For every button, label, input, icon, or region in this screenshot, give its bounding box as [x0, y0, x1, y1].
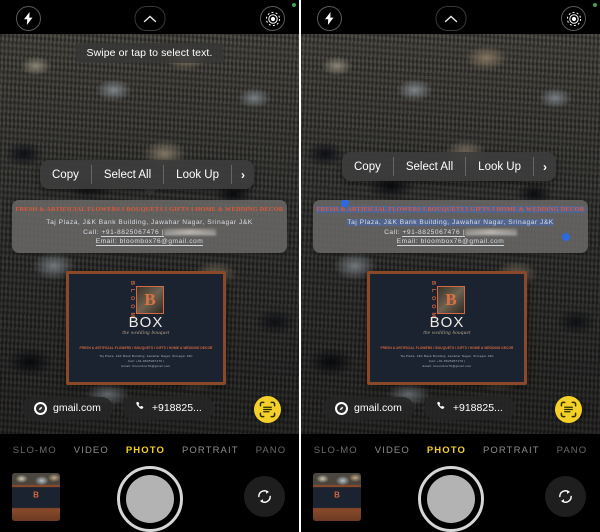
green-status-dot: [292, 3, 296, 7]
camera-mode-bar-right[interactable]: SLO-MO VIDEO PHOTO PORTRAIT PANO: [301, 440, 600, 460]
shutter-button[interactable]: [417, 466, 484, 532]
recognized-address: Taj Plaza, J&K Bank Building, Jawahar Na…: [46, 219, 253, 226]
card-contact-details: Taj Plaza, J&K Bank Building, Jawahar Na…: [99, 354, 193, 368]
live-photo-icon[interactable]: [260, 6, 285, 31]
camera-mode-bar-left[interactable]: SLO-MO VIDEO PHOTO PORTRAIT PANO: [0, 440, 299, 460]
copy-button[interactable]: Copy: [40, 160, 91, 189]
phone-icon: [135, 401, 146, 415]
flip-camera-icon[interactable]: [244, 476, 285, 517]
mode-photo[interactable]: PHOTO: [126, 445, 165, 456]
look-up-button[interactable]: Look Up: [164, 160, 231, 189]
mode-slo-mo[interactable]: SLO-MO: [314, 445, 358, 456]
top-bar-right: [301, 0, 600, 34]
mode-video[interactable]: VIDEO: [375, 445, 410, 456]
recognized-email: Email: bloombox76@gmail.com: [95, 238, 204, 246]
flip-camera-icon[interactable]: [545, 476, 586, 517]
select-all-button[interactable]: Select All: [92, 160, 163, 189]
recognized-address: Taj Plaza, J&K Bank Building, Jawahar Na…: [347, 219, 554, 226]
safari-compass-icon: [335, 401, 348, 415]
recognized-phone: Call: +91-8825067476 |: [318, 228, 583, 238]
recognized-text-overlay-left[interactable]: FRESH & ARTIFICIAL FLOWERS I BOUQUETS I …: [12, 200, 287, 253]
chip-email-domain[interactable]: gmail.com: [323, 396, 414, 420]
last-photo-thumbnail[interactable]: B: [12, 473, 60, 521]
last-photo-thumbnail[interactable]: B: [313, 473, 361, 521]
bottom-controls-left: SLO-MO VIDEO PHOTO PORTRAIT PANO B: [0, 434, 299, 532]
recognized-text-overlay-right[interactable]: FRESH & ARTIFICIAL FLOWERS I BOUQUETS I …: [313, 200, 588, 253]
brand-tagline: the wedding bouquet: [423, 331, 471, 336]
bloom-logo: B L O O M B: [128, 281, 164, 318]
top-bar-left: [0, 0, 299, 34]
brand-tagline: the wedding bouquet: [122, 331, 170, 336]
business-card-photo: B L O O M B BOX the wedding bouquet FRES…: [66, 271, 226, 385]
green-status-dot: [593, 3, 597, 7]
select-text-hint: Swipe or tap to select text.: [75, 43, 224, 63]
mode-pano[interactable]: PANO: [557, 445, 588, 456]
recognized-header: FRESH & ARTIFICIAL FLOWERS I BOUQUETS I …: [15, 206, 284, 213]
phone-icon: [436, 401, 447, 415]
text-edit-menu-left[interactable]: Copy Select All Look Up ›: [40, 160, 255, 189]
live-text-scan-icon[interactable]: [555, 396, 582, 423]
mode-slo-mo[interactable]: SLO-MO: [13, 445, 57, 456]
chip-phone-number[interactable]: +918825...: [122, 396, 214, 420]
chip-phone-number[interactable]: +918825...: [423, 396, 515, 420]
brand-word: BOX: [429, 314, 465, 331]
bloom-logo: B L O O M B: [429, 281, 465, 318]
chevron-up-icon[interactable]: [435, 6, 466, 31]
safari-compass-icon: [34, 401, 47, 415]
chip-email-label: gmail.com: [53, 402, 101, 414]
recognized-phone: Call: +91-8825067476 |: [17, 228, 282, 238]
card-services-strip: FRESH & ARTIFICIAL FLOWERS I BOUQUETS I …: [380, 346, 514, 350]
chip-phone-label: +918825...: [452, 402, 503, 414]
chip-phone-label: +918825...: [151, 402, 202, 414]
text-edit-menu-right[interactable]: Copy Select All Look Up ›: [342, 152, 557, 181]
mode-portrait[interactable]: PORTRAIT: [182, 445, 239, 456]
live-text-scan-icon[interactable]: [254, 396, 281, 423]
shutter-button[interactable]: [116, 466, 183, 532]
data-detector-chips-right: gmail.com +918825...: [323, 396, 515, 420]
look-up-button[interactable]: Look Up: [466, 152, 533, 181]
card-contact-details: Taj Plaza, J&K Bank Building, Jawahar Na…: [400, 354, 494, 368]
camera-screen-left: Swipe or tap to select text. B L O O M B…: [0, 0, 299, 532]
card-services-strip: FRESH & ARTIFICIAL FLOWERS I BOUQUETS I …: [79, 346, 213, 350]
chevron-up-icon[interactable]: [134, 6, 165, 31]
mode-video[interactable]: VIDEO: [74, 445, 109, 456]
selection-end-handle[interactable]: [562, 233, 570, 241]
chip-email-domain[interactable]: gmail.com: [22, 396, 113, 420]
more-options-chevron-icon[interactable]: ›: [232, 160, 254, 189]
recognized-header: FRESH & ARTIFICIAL FLOWERS I BOUQUETS I …: [316, 206, 585, 213]
flash-icon[interactable]: [317, 6, 342, 31]
recognized-email: Email: bloombox76@gmail.com: [396, 238, 505, 246]
brand-word: BOX: [128, 314, 164, 331]
dual-screenshot-comparison: Swipe or tap to select text. B L O O M B…: [0, 0, 600, 532]
data-detector-chips-left: gmail.com +918825...: [22, 396, 214, 420]
business-card-photo: B L O O M B BOX the wedding bouquet FRES…: [367, 271, 527, 385]
mode-photo[interactable]: PHOTO: [427, 445, 466, 456]
mode-pano[interactable]: PANO: [256, 445, 287, 456]
bottom-controls-right: SLO-MO VIDEO PHOTO PORTRAIT PANO B: [301, 434, 600, 532]
chip-email-label: gmail.com: [354, 402, 402, 414]
live-photo-icon[interactable]: [561, 6, 586, 31]
copy-button[interactable]: Copy: [342, 152, 393, 181]
mode-portrait[interactable]: PORTRAIT: [483, 445, 540, 456]
select-all-button[interactable]: Select All: [394, 152, 465, 181]
edit-menu-pointer: [143, 189, 157, 196]
flash-icon[interactable]: [16, 6, 41, 31]
more-options-chevron-icon[interactable]: ›: [534, 152, 556, 181]
camera-screen-right: B L O O M B BOX the wedding bouquet FRES…: [299, 0, 600, 532]
